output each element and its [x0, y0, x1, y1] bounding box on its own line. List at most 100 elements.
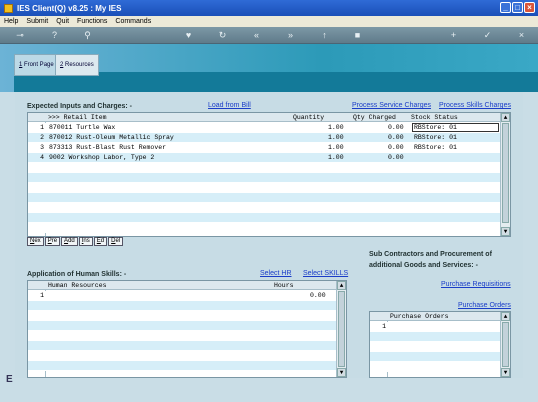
row-stock: RBStore: 01 [414, 144, 457, 151]
scroll-down-icon[interactable]: ▼ [501, 368, 510, 377]
row-number: 3 [40, 144, 44, 151]
purchase-orders-link[interactable]: Purchase Orders [458, 302, 511, 309]
table-row[interactable]: 1 870011 Turtle Wax 1.00 0.00 RBStore: 0… [28, 123, 500, 133]
empty-row[interactable] [370, 342, 500, 352]
row-item: 9002 Workshop Labor, Type 2 [49, 154, 155, 161]
purchase-orders-grid[interactable]: Purchase Orders 1 ▲ ▼ [369, 311, 511, 378]
search-icon[interactable]: ⚲ [82, 30, 93, 41]
tab-resources[interactable]: 2 Resources [55, 54, 99, 76]
next-button[interactable]: Nex [27, 237, 44, 246]
upload-icon[interactable]: ↑ [319, 30, 330, 41]
close-button[interactable]: × [524, 2, 535, 13]
empty-row[interactable] [28, 301, 336, 311]
help-icon[interactable]: ? [49, 30, 60, 41]
add-icon[interactable]: + [448, 30, 459, 41]
header-qty-charged: Qty Charged [353, 114, 396, 121]
select-skills-link[interactable]: Select SKILLS [303, 270, 348, 277]
human-skills-grid[interactable]: Human Resources Hours 1 0.00 ▲ ▼ [27, 280, 347, 378]
empty-row[interactable] [28, 361, 336, 371]
purchase-requisitions-link[interactable]: Purchase Requisitions [441, 281, 511, 288]
empty-row[interactable] [28, 183, 500, 193]
skills-grid-scrollbar[interactable]: ▲ ▼ [336, 281, 346, 377]
table-row[interactable]: 3 873313 Rust-Blast Rust Remover 1.00 0.… [28, 143, 500, 153]
stop-icon[interactable]: ■ [352, 30, 363, 41]
maximize-button[interactable]: □ [512, 2, 523, 13]
tab-key: 2 [60, 62, 64, 68]
empty-row[interactable] [370, 362, 500, 372]
table-row[interactable]: 1 0.00 [28, 291, 336, 301]
forward-icon[interactable]: » [285, 30, 296, 41]
menu-functions[interactable]: Functions [77, 18, 107, 25]
row-number: 1 [40, 292, 44, 299]
scroll-thumb[interactable] [502, 123, 509, 223]
purchase-grid-scrollbar[interactable]: ▲ ▼ [500, 312, 510, 377]
label: el [115, 238, 121, 244]
empty-row[interactable] [370, 352, 500, 362]
header-quantity: Quantity [293, 114, 325, 121]
empty-row[interactable] [28, 311, 336, 321]
scroll-down-icon[interactable]: ▼ [501, 227, 510, 236]
menu-submit[interactable]: Submit [26, 18, 48, 25]
header-hours: Hours [274, 282, 294, 289]
heart-icon[interactable]: ♥ [183, 30, 194, 41]
empty-row[interactable] [28, 331, 336, 341]
select-hr-link[interactable]: Select HR [260, 270, 292, 277]
empty-row[interactable] [28, 203, 500, 213]
previous-button[interactable]: Pre [44, 237, 61, 246]
close-icon[interactable]: × [516, 30, 527, 41]
empty-row[interactable] [28, 341, 336, 351]
subcontract-title-line1: Sub Contractors and Procurement of [369, 251, 492, 258]
header-retail-item: >>> Retail Item [48, 114, 107, 121]
expected-grid-scrollbar[interactable]: ▲ ▼ [500, 113, 510, 236]
empty-row[interactable] [28, 173, 500, 183]
rewind-icon[interactable]: « [251, 30, 262, 41]
tab-key: 1 [19, 62, 23, 68]
refresh-icon[interactable]: ↻ [217, 30, 228, 41]
empty-row[interactable] [28, 193, 500, 203]
load-from-bill-link[interactable]: Load from Bill [208, 102, 251, 109]
expected-inputs-title: Expected Inputs and Charges: - [27, 103, 133, 110]
scroll-thumb[interactable] [338, 291, 345, 367]
row-qty-charged: 0.00 [388, 154, 404, 161]
menu-quit[interactable]: Quit [56, 18, 69, 25]
side-letter: E [6, 374, 13, 385]
empty-row[interactable] [370, 332, 500, 342]
menu-help[interactable]: Help [4, 18, 18, 25]
tab-front-page[interactable]: 1 Front Page [14, 54, 59, 76]
scroll-up-icon[interactable]: ▲ [501, 113, 510, 122]
scroll-thumb[interactable] [502, 322, 509, 367]
menu-commands[interactable]: Commands [115, 18, 151, 25]
scroll-up-icon[interactable]: ▲ [501, 312, 510, 321]
empty-row[interactable] [28, 223, 500, 233]
empty-row[interactable] [28, 213, 500, 223]
grid-nav-buttons: Nex Pre Add Ins Ed Del [27, 237, 124, 246]
table-row[interactable]: 1 [370, 322, 500, 332]
row-stock: RBStore: 01 [414, 124, 457, 131]
empty-row[interactable] [28, 321, 336, 331]
empty-row[interactable] [28, 351, 336, 361]
add-button[interactable]: Add [61, 237, 78, 246]
empty-row[interactable] [28, 163, 500, 173]
process-skills-charges-link[interactable]: Process Skills Charges [439, 102, 511, 109]
expected-inputs-grid[interactable]: >>> Retail Item Quantity Qty Charged Sto… [27, 112, 511, 237]
subcontract-title-line2: additional Goods and Services: - [369, 262, 478, 269]
header-purchase-orders: Purchase Orders [390, 313, 449, 320]
row-number: 1 [40, 124, 44, 131]
table-row[interactable]: 2 870012 Rust-Oleum Metallic Spray 1.00 … [28, 133, 500, 143]
check-icon[interactable]: ✓ [482, 30, 493, 41]
key-icon[interactable]: ⊸ [10, 30, 30, 41]
row-item: 870011 Turtle Wax [49, 124, 116, 131]
tab-label: Resources [65, 62, 94, 68]
delete-button[interactable]: Del [108, 237, 124, 246]
minimize-button[interactable]: _ [500, 2, 511, 13]
menu-bar: Help Submit Quit Functions Commands [0, 16, 538, 27]
edit-button[interactable]: Ed [93, 237, 108, 246]
row-qty: 1.00 [328, 134, 344, 141]
scroll-down-icon[interactable]: ▼ [337, 368, 346, 377]
scroll-up-icon[interactable]: ▲ [337, 281, 346, 290]
header-human-resources: Human Resources [48, 282, 107, 289]
process-service-charges-link[interactable]: Process Service Charges [352, 102, 431, 109]
table-row[interactable]: 4 9002 Workshop Labor, Type 2 1.00 0.00 [28, 153, 500, 163]
insert-button[interactable]: Ins [78, 237, 93, 246]
row-qty: 1.00 [328, 144, 344, 151]
